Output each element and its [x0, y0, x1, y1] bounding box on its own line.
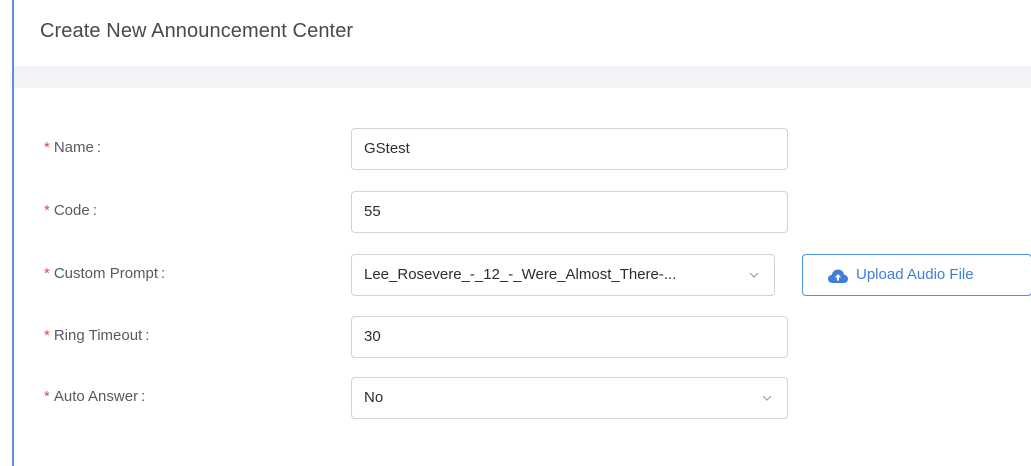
label-colon: :	[141, 388, 146, 405]
announcement-center-panel: Create New Announcement Center * Name: GS…	[12, 0, 1031, 466]
header-divider-band	[14, 66, 1031, 88]
auto-answer-label: * Auto Answer:	[44, 388, 145, 405]
auto-answer-label-text: Auto Answer	[53, 388, 139, 405]
required-marker: *	[44, 265, 50, 282]
name-label-text: Name	[53, 139, 94, 156]
label-colon: :	[161, 265, 166, 282]
code-field-value: 55	[364, 203, 381, 220]
label-colon: :	[145, 327, 150, 344]
form-row-code: * Code: 55	[14, 191, 1031, 233]
code-label-text: Code	[53, 202, 90, 219]
form-row-custom-prompt: * Custom Prompt: Lee_Rosevere_-_12_-_Were…	[14, 254, 1031, 296]
custom-prompt-label-text: Custom Prompt	[53, 265, 159, 282]
announcement-form: * Name: GStest * Code: 55 * Custom Prompt: …	[14, 88, 1031, 466]
name-field-value: GStest	[364, 140, 410, 157]
name-label: * Name:	[44, 139, 101, 156]
auto-answer-selected-value: No	[364, 389, 384, 406]
ring-timeout-label: * Ring Timeout:	[44, 327, 149, 344]
required-marker: *	[44, 139, 50, 156]
required-marker: *	[44, 202, 50, 219]
page-title: Create New Announcement Center	[40, 20, 354, 42]
required-marker: *	[44, 388, 50, 405]
upload-audio-file-button[interactable]: Upload Audio File	[802, 254, 1031, 296]
chevron-down-icon	[749, 272, 759, 278]
panel-header: Create New Announcement Center	[14, 0, 1031, 66]
upload-audio-file-label: Upload Audio File	[856, 266, 974, 283]
ring-timeout-field-value: 30	[364, 328, 381, 345]
name-field[interactable]: GStest	[351, 128, 788, 170]
custom-prompt-select[interactable]: Lee_Rosevere_-_12_-_Were_Almost_There-..…	[351, 254, 775, 296]
label-colon: :	[92, 202, 97, 219]
custom-prompt-selected-value: Lee_Rosevere_-_12_-_Were_Almost_There-..…	[364, 266, 677, 283]
custom-prompt-label: * Custom Prompt:	[44, 265, 165, 282]
cloud-upload-icon	[828, 269, 848, 283]
chevron-down-icon	[762, 395, 772, 401]
code-label: * Code:	[44, 202, 97, 219]
form-row-ring-timeout: * Ring Timeout: 30	[14, 316, 1031, 358]
ring-timeout-label-text: Ring Timeout	[53, 327, 143, 344]
form-row-name: * Name: GStest	[14, 128, 1031, 170]
code-field[interactable]: 55	[351, 191, 788, 233]
ring-timeout-field[interactable]: 30	[351, 316, 788, 358]
required-marker: *	[44, 327, 50, 344]
label-colon: :	[96, 139, 102, 156]
form-row-auto-answer: * Auto Answer: No	[14, 377, 1031, 419]
auto-answer-select[interactable]: No	[351, 377, 788, 419]
